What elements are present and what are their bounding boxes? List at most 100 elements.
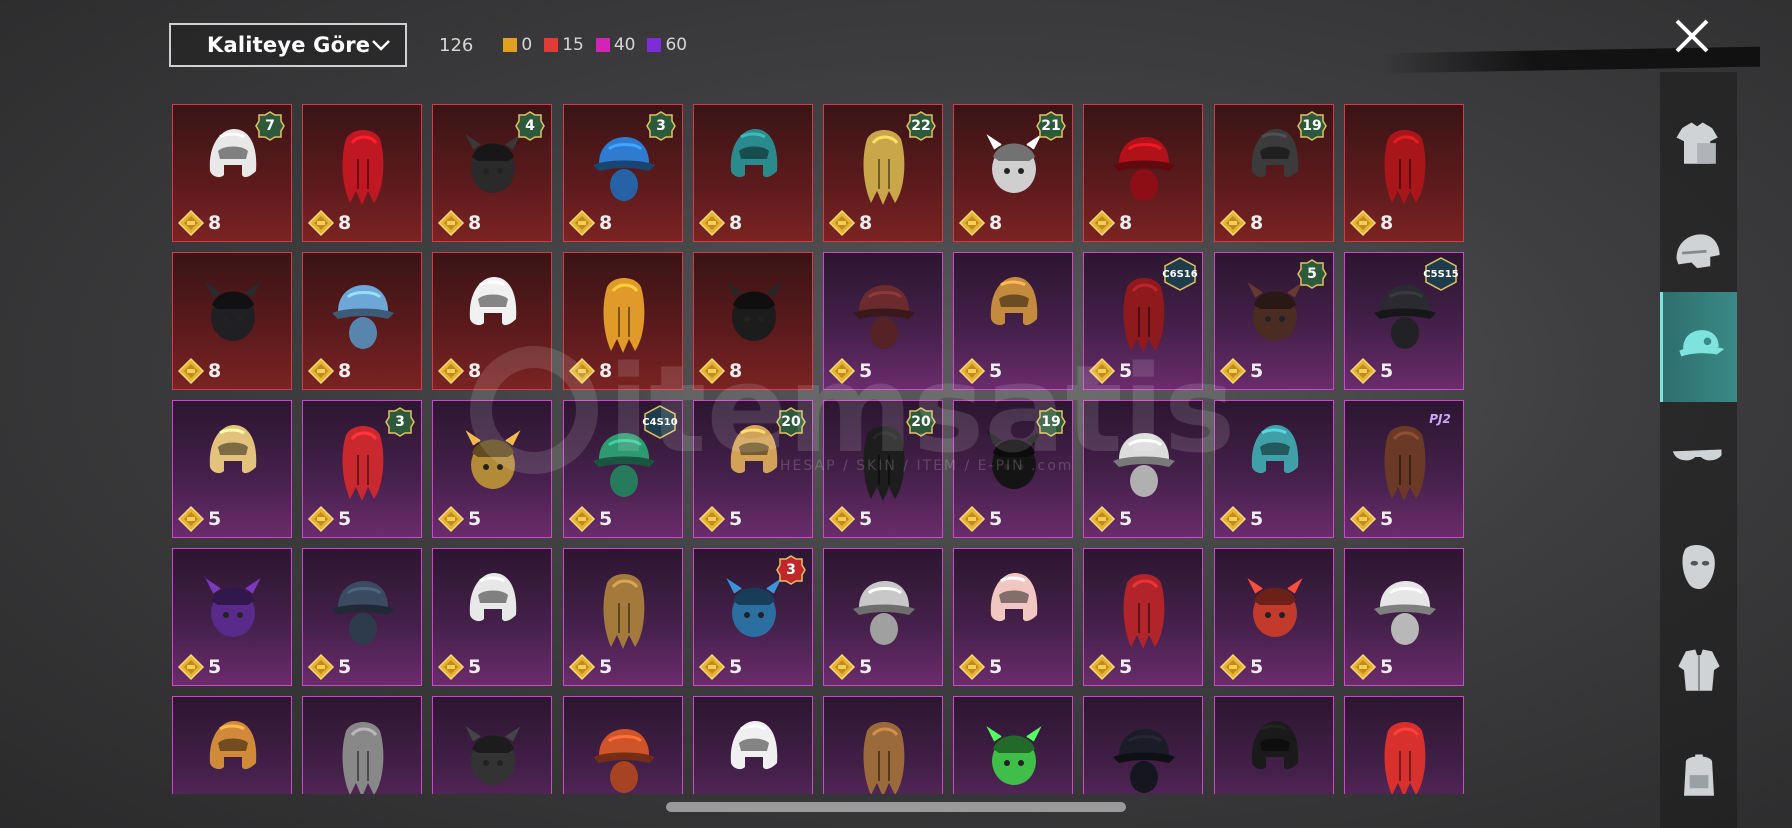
item-card[interactable]: 8 [1344,104,1464,242]
item-price: 8 [437,357,481,385]
item-card[interactable] [563,696,683,794]
coin-icon [828,653,856,681]
item-card[interactable]: 8 [693,252,813,390]
item-price-value: 8 [338,360,352,382]
level-badge-label: 3 [786,562,796,578]
item-price-value: 8 [468,212,482,234]
item-card[interactable]: 5 C6S16 [1083,252,1203,390]
item-card[interactable]: 53 [302,400,422,538]
coin-icon [307,653,335,681]
item-card[interactable] [953,696,1073,794]
item-card[interactable]: 8 [432,252,552,390]
season-badge: C4S10 [642,405,678,439]
item-card[interactable]: 5 [953,548,1073,686]
item-card[interactable]: 8 [172,252,292,390]
item-price: 5 [1349,357,1393,385]
item-card[interactable]: 83 [563,104,683,242]
red-helmet-icon [342,130,384,205]
item-card[interactable]: 5 [823,252,943,390]
item-card[interactable] [432,696,552,794]
coin-icon [698,653,726,681]
item-card[interactable]: 5 C5S15 [1344,252,1464,390]
item-card[interactable]: 5 [1214,400,1334,538]
sort-dropdown[interactable]: Kaliteye Göre [169,23,407,67]
coin-icon [1219,505,1247,533]
coin-icon [828,357,856,385]
item-card[interactable]: 5 [1214,548,1334,686]
item-price: 5 [1088,357,1132,385]
sidebar-tab-face[interactable] [1660,512,1737,622]
coin-icon [568,505,596,533]
sidebar-tab-jacket[interactable] [1660,617,1737,727]
item-price-value: 5 [989,508,1003,530]
item-card[interactable]: 5 20 [693,400,813,538]
item-price: 5 [307,505,351,533]
scroll-indicator[interactable] [666,802,1126,812]
item-card[interactable]: 5 19 [953,400,1073,538]
level-badge: 22 [906,111,936,141]
item-card[interactable] [1344,696,1464,794]
item-card[interactable]: 53 [693,548,813,686]
level-badge: 5 [1297,259,1327,289]
coin-icon [958,357,986,385]
item-card[interactable]: 55 [1214,252,1334,390]
item-card[interactable]: 5 [432,548,552,686]
rarity-swatch [647,38,662,52]
item-card[interactable] [1214,696,1334,794]
sidebar-tab-outfit[interactable] [1660,90,1737,200]
item-card[interactable]: 5 [953,252,1073,390]
close-icon[interactable] [1672,16,1712,56]
item-card[interactable]: 8 [302,104,422,242]
guard-hat-icon [1123,574,1165,649]
item-card[interactable]: 5 20 [823,400,943,538]
coin-icon [1088,653,1116,681]
item-price-value: 5 [1380,656,1394,678]
item-card[interactable]: 8 [1083,104,1203,242]
item-card[interactable]: 5 C4S10 [563,400,683,538]
robot-head-icon [603,278,645,353]
item-card[interactable]: 5 [1083,400,1203,538]
item-price: 5 [958,357,1002,385]
item-card[interactable] [1083,696,1203,794]
item-card[interactable]: 8 [302,252,422,390]
level-badge: 7 [255,111,285,141]
sidebar-tab-hat[interactable] [1660,292,1737,402]
item-card[interactable]: 8 22 [823,104,943,242]
item-card[interactable]: 5 [563,548,683,686]
bow-hat-icon [342,722,384,794]
item-card[interactable]: 8 19 [1214,104,1334,242]
item-card[interactable]: 87 [172,104,292,242]
item-price-value: 5 [1119,508,1133,530]
item-card[interactable]: 5 [302,548,422,686]
coin-icon [177,357,205,385]
rarity-count-value: 40 [613,35,636,55]
item-card[interactable]: 84 [432,104,552,242]
sidebar-tab-glasses[interactable] [1660,402,1737,512]
item-price: 5 [1349,505,1393,533]
level-badge-label: 3 [395,414,405,430]
item-card[interactable]: 8 [693,104,813,242]
item-card[interactable]: 5 [1344,548,1464,686]
item-card[interactable]: 5 [172,400,292,538]
item-card[interactable] [823,696,943,794]
coin-icon [828,505,856,533]
sidebar-tab-backpack[interactable] [1660,722,1737,828]
item-card[interactable]: 5 [823,548,943,686]
bandana-icon [593,729,655,793]
item-price: 5 [1349,653,1393,681]
item-card[interactable]: 5 [172,548,292,686]
item-card[interactable]: 5 [1083,548,1203,686]
item-card[interactable]: 5 [432,400,552,538]
item-card[interactable] [693,696,813,794]
red-mask-helmet-icon [1384,130,1426,205]
item-price-value: 5 [989,656,1003,678]
item-price-value: 5 [208,508,222,530]
item-card[interactable] [172,696,292,794]
mecha-head-icon [205,578,261,637]
item-card[interactable]: 8 21 [953,104,1073,242]
item-card[interactable] [302,696,422,794]
item-card[interactable]: 8 [563,252,683,390]
item-card[interactable]: 5 PJ2 [1344,400,1464,538]
auburn-hair-icon [853,285,915,349]
item-price: 5 [1219,357,1263,385]
